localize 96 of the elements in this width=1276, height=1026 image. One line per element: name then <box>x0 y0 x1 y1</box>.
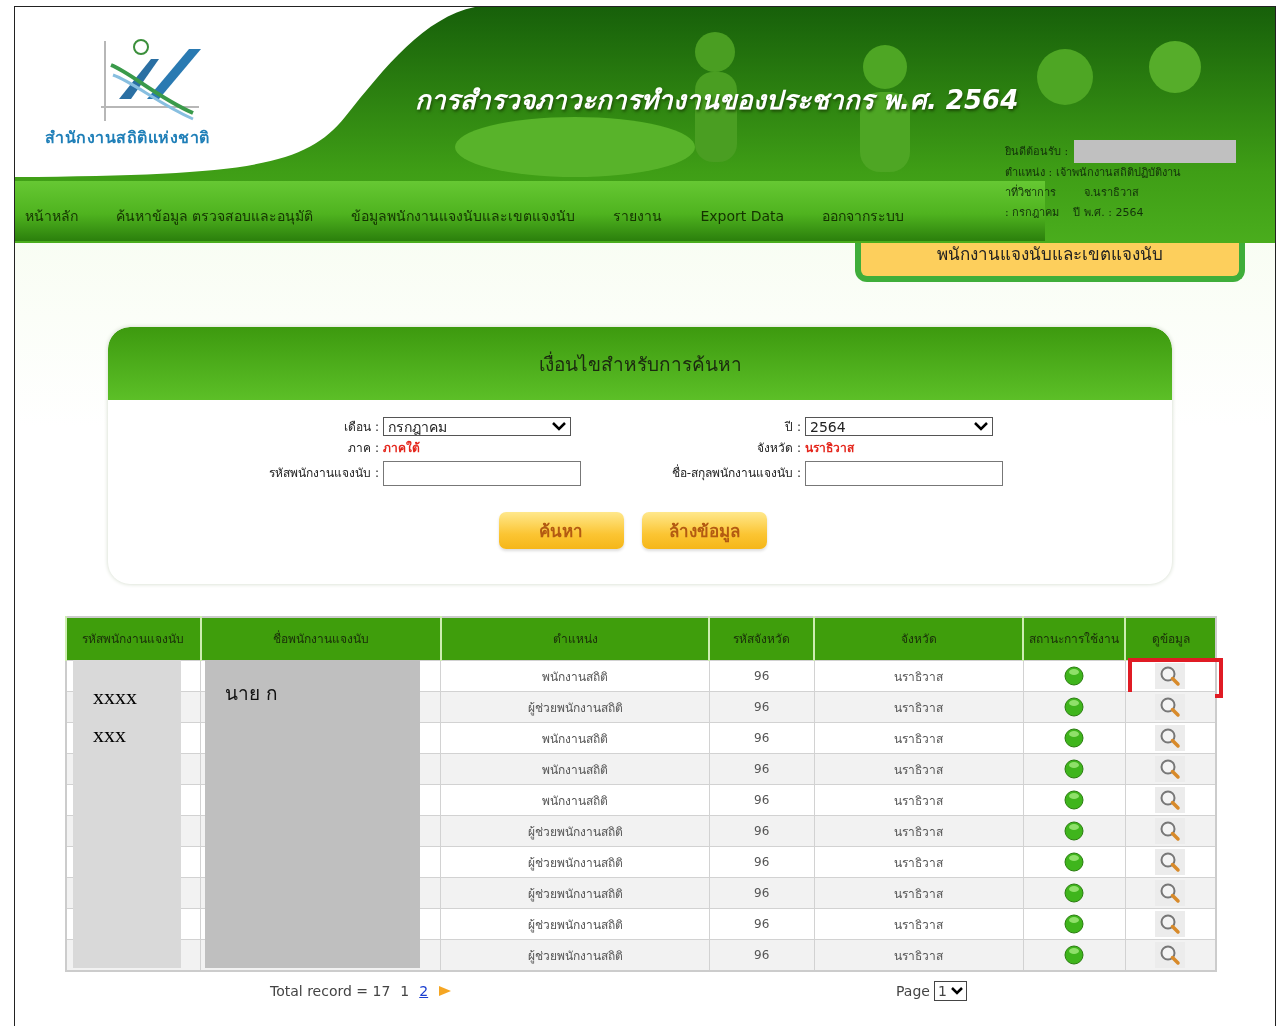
view-button[interactable] <box>1155 818 1186 844</box>
page-title: การสำรวจภาวะการทำงานของประชากร พ.ศ. 2564 <box>415 84 1019 117</box>
field-label: ภาค : <box>348 440 380 457</box>
table-cell: ผู้ช่วยพนักงานสถิติ <box>440 846 710 878</box>
view-button[interactable] <box>1155 756 1186 782</box>
table-cell: 96 <box>709 815 815 847</box>
table-cell: นราธิวาส <box>814 815 1024 847</box>
view-button[interactable] <box>1155 694 1186 720</box>
table-cell: ผู้ช่วยพนักงานสถิติ <box>440 908 710 940</box>
search-icon <box>1159 913 1182 935</box>
redaction-text: นาย ก <box>225 681 280 706</box>
field-label: ปี : <box>785 419 802 436</box>
month-text: : กรกฎาคม <box>1005 205 1060 221</box>
view-button[interactable] <box>1155 942 1186 968</box>
table-cell: นราธิวาส <box>814 753 1024 785</box>
field-label: รหัสพนักงานแจงนับ : <box>269 465 380 482</box>
search-icon <box>1159 882 1182 904</box>
position-text: ตำแหน่ง : เจ้าพนักงานสถิติปฏิบัติงาน <box>1005 165 1181 181</box>
form-button[interactable]: ค้นหา <box>498 512 624 549</box>
table-cell: นราธิวาส <box>814 939 1024 971</box>
chevron-icon <box>950 987 963 995</box>
search-icon <box>1159 727 1182 749</box>
table-cell: 96 <box>709 784 815 816</box>
nav-link[interactable]: ออกจากระบบ <box>822 205 905 227</box>
welcome-label: ยินดีต้อนรับ : <box>1005 143 1069 160</box>
duty-text: าที่วิชาการ <box>1005 183 1056 201</box>
table-cell: ผู้ช่วยพนักงานสถิติ <box>440 691 710 723</box>
search-icon <box>1159 696 1182 718</box>
field-label: ชื่อ-สกุลพนักงานแจงนับ : <box>671 463 802 482</box>
table-cell: 96 <box>709 753 815 785</box>
year-text: ปี พ.ศ. : 2564 <box>1073 205 1144 221</box>
input-field[interactable] <box>383 461 581 486</box>
table-cell: นราธิวาส <box>814 908 1024 940</box>
province-text: จ.นราธิวาส <box>1084 185 1140 201</box>
table-cell: นราธิวาส <box>814 877 1024 909</box>
search-icon <box>1159 820 1182 842</box>
table-cell: 96 <box>709 908 815 940</box>
search-icon <box>1159 944 1182 966</box>
table-cell: นราธิวาส <box>814 691 1024 723</box>
input-field[interactable] <box>805 461 1003 486</box>
table-cell: นราธิวาส <box>814 722 1024 754</box>
field-label: จังหวัด : <box>757 440 802 457</box>
page-label: Page <box>896 983 930 999</box>
table-cell: ผู้ช่วยพนักงานสถิติ <box>440 877 710 909</box>
record-count: Total record = 17 <box>270 983 391 999</box>
table-cell: นราธิวาส <box>814 784 1024 816</box>
nav-link[interactable]: ข้อมูลพนักงานแจงนับและเขตแจงนับ <box>351 205 576 227</box>
table-cell: นราธิวาส <box>814 660 1024 692</box>
page-link[interactable]: 2 <box>419 983 429 999</box>
table-cell: พนักงานสถิติ <box>440 722 710 754</box>
column-header: รหัสพนักงานแจงนับ <box>66 617 201 661</box>
view-button[interactable] <box>1155 663 1186 689</box>
current-page: 1 <box>400 983 410 999</box>
chevron-icon <box>974 422 988 431</box>
nav-link[interactable]: รายงาน <box>613 205 663 227</box>
column-header: ชื่อพนักงานแจงนับ <box>200 617 441 661</box>
table-cell: 96 <box>709 722 815 754</box>
search-icon <box>1159 789 1182 811</box>
table-cell: 96 <box>709 939 815 971</box>
column-header: สถานะการใช้งาน <box>1023 617 1126 661</box>
table-cell: ผู้ช่วยพนักงานสถิติ <box>440 815 710 847</box>
table-cell: ผู้ช่วยพนักงานสถิติ <box>440 939 710 971</box>
column-header: ดูข้อมูล <box>1125 617 1216 661</box>
table-cell: 96 <box>709 846 815 878</box>
search-icon <box>1159 758 1182 780</box>
column-header: จังหวัด <box>814 617 1024 661</box>
field-value: ภาคใต้ <box>383 439 420 457</box>
nav-link[interactable]: Export Data <box>700 208 785 224</box>
column-header: ตำแหน่ง <box>440 617 710 661</box>
redaction-text: xxxx xxx <box>93 683 138 749</box>
chevron-icon <box>552 422 566 431</box>
field-value: นราธิวาส <box>805 440 854 457</box>
view-button[interactable] <box>1155 880 1186 906</box>
table-cell: นราธิวาส <box>814 846 1024 878</box>
table-cell: 96 <box>709 660 815 692</box>
table-cell: 96 <box>709 691 815 723</box>
table-cell: พนักงานสถิติ <box>440 784 710 816</box>
logo-text: สำนักงานสถิติแห่งชาติ <box>45 127 210 149</box>
dropdown[interactable]: 2564 <box>805 417 993 436</box>
column-header: รหัสจังหวัด <box>709 617 815 661</box>
search-icon <box>1159 851 1182 873</box>
table-cell: พนักงานสถิติ <box>440 753 710 785</box>
table-cell: พนักงานสถิติ <box>440 660 710 692</box>
nav-link[interactable]: หน้าหลัก <box>25 205 78 227</box>
page-dropdown[interactable]: 1 <box>933 981 967 1001</box>
panel-title: เงื่อนไขสำหรับการค้นหา <box>538 350 742 377</box>
search-icon <box>1159 665 1182 687</box>
form-button[interactable]: ล้างข้อมูล <box>641 512 767 549</box>
table-cell: 96 <box>709 877 815 909</box>
view-button[interactable] <box>1155 787 1186 813</box>
field-label: เดือน : <box>344 419 380 436</box>
dropdown[interactable]: กรกฎาคม <box>383 417 571 436</box>
view-button[interactable] <box>1155 725 1186 751</box>
nav-link[interactable]: ค้นหาข้อมูล ตรวจสอบและอนุมัติ <box>116 205 314 227</box>
view-button[interactable] <box>1155 911 1186 937</box>
view-button[interactable] <box>1155 849 1186 875</box>
